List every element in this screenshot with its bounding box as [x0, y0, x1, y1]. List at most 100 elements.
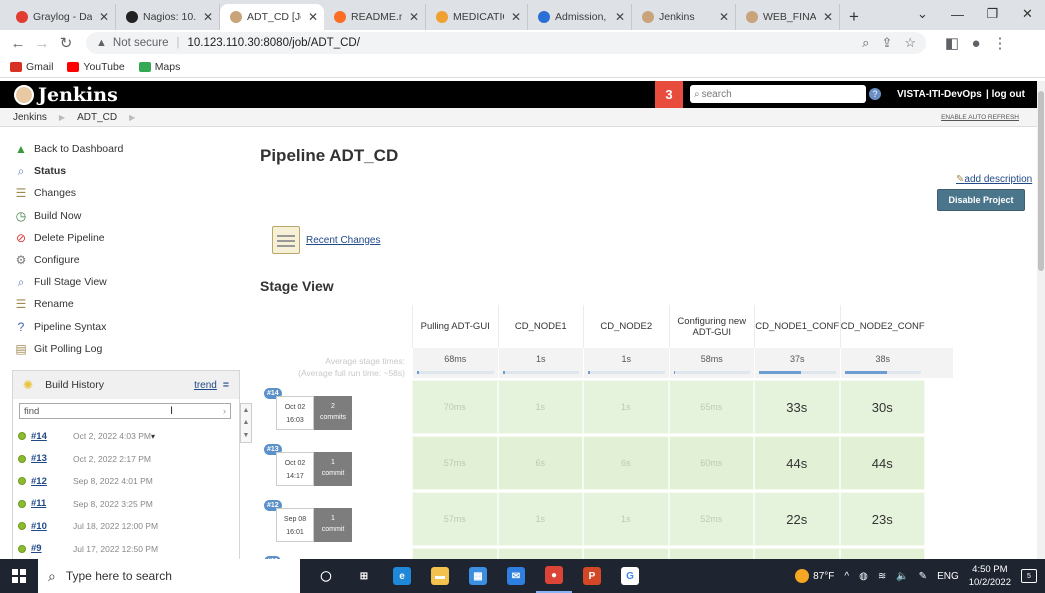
build-menu-chevron-icon[interactable]: ▾	[151, 432, 155, 441]
tab-close-icon[interactable]: ✕	[719, 10, 729, 24]
task-full-stage-view[interactable]: ⌕ Full Stage View	[14, 271, 234, 293]
stage-cell[interactable]: 57ms	[412, 436, 498, 490]
stage-cell[interactable]: 1s	[583, 492, 669, 546]
page-scrollbar[interactable]	[1037, 81, 1045, 559]
build-filter-input[interactable]: find I ›	[19, 403, 231, 419]
notification-center-icon[interactable]: 5	[1021, 569, 1037, 583]
task-rename[interactable]: ☰ Rename	[14, 293, 234, 315]
tab-close-icon[interactable]: ✕	[308, 10, 318, 24]
build-number-link[interactable]: #10	[31, 521, 73, 532]
taskbar-app[interactable]: ●	[536, 559, 572, 593]
clock[interactable]: 4:50 PM 10/2/2022	[969, 563, 1011, 589]
browser-tab[interactable]: Graylog - Da ✕	[6, 4, 116, 30]
stage-cell[interactable]: 65ms	[668, 380, 754, 434]
browser-tab[interactable]: WEB_FINAL [✕	[736, 4, 840, 30]
auto-refresh-link[interactable]: ENABLE AUTO REFRESH	[941, 114, 1019, 121]
scrollbar-thumb[interactable]	[1038, 91, 1044, 271]
help-icon[interactable]: ?	[869, 88, 881, 100]
close-window-button[interactable]: ✕	[1010, 0, 1045, 28]
task-changes[interactable]: ☰ Changes	[14, 182, 234, 204]
reload-icon[interactable]: ↻	[54, 34, 78, 52]
bookmark-maps[interactable]: Maps	[138, 61, 180, 73]
user-link[interactable]: VISTA-ITI-DevOps	[897, 89, 982, 100]
build-date[interactable]: Sep 8, 2022 4:01 PM	[73, 476, 153, 486]
volume-icon[interactable]: 🔈	[896, 571, 908, 582]
build-date[interactable]: Sep 8, 2022 3:25 PM	[73, 499, 153, 509]
build-date[interactable]: Jul 18, 2022 12:00 PM	[73, 521, 158, 531]
profile-icon[interactable]: ●	[964, 35, 988, 52]
stage-cell[interactable]: 44s	[839, 436, 925, 490]
stage-cell[interactable]: 57ms	[412, 492, 498, 546]
stage-cell[interactable]: 1s	[583, 380, 669, 434]
stage-cell[interactable]: 70ms	[412, 380, 498, 434]
start-button[interactable]	[0, 559, 38, 593]
stage-cell[interactable]: 52ms	[668, 492, 754, 546]
maximize-button[interactable]: ❐	[975, 0, 1010, 28]
browser-tab[interactable]: README.md ✕	[324, 4, 426, 30]
build-number-link[interactable]: #11	[31, 498, 73, 509]
scroll-down-icon[interactable]: ▼	[243, 432, 250, 439]
build-date[interactable]: Oct 2, 2022 2:17 PM	[73, 454, 151, 464]
stage-cell[interactable]: 1s	[497, 492, 583, 546]
bookmark-youtube[interactable]: YouTube	[67, 61, 125, 73]
share-icon[interactable]: ⇪	[881, 35, 892, 51]
scroll-up-icon[interactable]: ▲	[243, 419, 250, 426]
build-number-link[interactable]: #9	[31, 543, 73, 554]
browser-tab[interactable]: ADT_CD [Jen ✕	[220, 4, 324, 30]
taskbar-app[interactable]: ▦	[460, 559, 496, 593]
bookmark-star-icon[interactable]: ☆	[904, 35, 916, 51]
build-date[interactable]: Jul 17, 2022 12:50 PM	[73, 544, 158, 554]
taskbar-app[interactable]: e	[384, 559, 420, 593]
back-arrow-icon[interactable]: ←	[6, 35, 30, 52]
tab-close-icon[interactable]: ✕	[823, 10, 833, 24]
url-omnibox[interactable]: ▲ Not secure | 10.123.110.30:8080/job/AD…	[86, 32, 926, 54]
stage-cell[interactable]: 22s	[754, 492, 840, 546]
browser-tab[interactable]: Nagios: 10.1 ✕	[116, 4, 220, 30]
tab-close-icon[interactable]: ✕	[99, 10, 109, 24]
stage-cell[interactable]: 23s	[839, 492, 925, 546]
forward-arrow-icon[interactable]: →	[30, 35, 54, 52]
weather-widget[interactable]: 87°F	[795, 569, 834, 583]
wifi-icon[interactable]: ≋	[878, 571, 886, 582]
tab-close-icon[interactable]: ✕	[615, 10, 625, 24]
jenkins-logo[interactable]: Jenkins	[0, 84, 118, 106]
breadcrumb-job[interactable]: ADT_CD	[77, 112, 117, 123]
zoom-icon[interactable]: ⌕	[862, 35, 869, 51]
taskbar-search-box[interactable]: ⌕ Type here to search	[38, 559, 300, 593]
browser-tab[interactable]: Admission, Tr ✕	[528, 4, 632, 30]
minimize-button[interactable]: —	[940, 0, 975, 28]
taskbar-app[interactable]: G	[612, 559, 648, 593]
taskbar-app[interactable]: ▬	[422, 559, 458, 593]
jenkins-search-input[interactable]: ⌕ search	[690, 85, 866, 103]
task-git-polling-log[interactable]: ▤ Git Polling Log	[14, 338, 234, 360]
tab-close-icon[interactable]: ✕	[409, 10, 419, 24]
tab-close-icon[interactable]: ✕	[203, 10, 213, 24]
language-indicator[interactable]: ENG	[937, 571, 959, 582]
stage-cell[interactable]: 6s	[583, 436, 669, 490]
menu-icon[interactable]: ⋮	[988, 34, 1012, 52]
clear-filter-icon[interactable]: ›	[223, 406, 226, 417]
disable-project-button[interactable]: Disable Project	[937, 189, 1025, 211]
stage-cell[interactable]: 1s	[497, 380, 583, 434]
build-number-link[interactable]: #14	[31, 431, 73, 442]
stage-cell[interactable]: 44s	[754, 436, 840, 490]
add-description-link[interactable]: ✎add description	[956, 174, 1032, 185]
breadcrumb-jenkins[interactable]: Jenkins	[13, 112, 47, 123]
network-icon[interactable]: ◍	[859, 571, 868, 582]
task-configure[interactable]: ⚙ Configure	[14, 249, 234, 271]
task-status[interactable]: ⌕ Status	[14, 160, 234, 182]
build-date[interactable]: Oct 2, 2022 4:03 PM	[73, 431, 151, 441]
task-build-now[interactable]: ◷ Build Now	[14, 205, 234, 227]
logout-link[interactable]: | log out	[986, 89, 1025, 100]
task-back-to-dashboard[interactable]: ▲ Back to Dashboard	[14, 138, 234, 160]
taskbar-app[interactable]: ◯	[308, 559, 344, 593]
stage-cell[interactable]: 30s	[839, 380, 925, 434]
run-commits-box[interactable]: 1 commit	[314, 452, 352, 486]
build-number-link[interactable]: #12	[31, 476, 73, 487]
bookmark-gmail[interactable]: Gmail	[10, 61, 53, 73]
stage-cell[interactable]: 60ms	[668, 436, 754, 490]
task-delete-pipeline[interactable]: ⊘ Delete Pipeline	[14, 227, 234, 249]
taskbar-app[interactable]: P	[574, 559, 610, 593]
build-history-scroll-controls[interactable]: ▲ ▲ ▼	[240, 403, 252, 443]
stage-cell[interactable]: 6s	[497, 436, 583, 490]
